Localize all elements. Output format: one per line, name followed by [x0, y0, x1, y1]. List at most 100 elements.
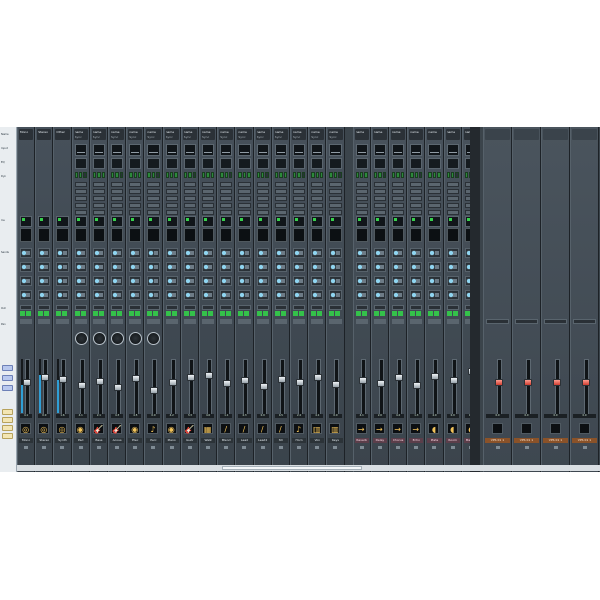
eq-band-leds[interactable]: [129, 172, 142, 178]
channel-header[interactable]: name Sync: [273, 129, 288, 140]
channel-select-button[interactable]: [278, 446, 283, 449]
output-routing[interactable]: [573, 319, 596, 324]
eq-graph[interactable]: [92, 144, 105, 156]
channel-select-button[interactable]: [206, 446, 211, 449]
panner-bar[interactable]: [38, 319, 51, 324]
send-toggle[interactable]: [262, 293, 267, 297]
eq-slot[interactable]: [256, 182, 269, 187]
band-led[interactable]: [432, 172, 437, 178]
eq-slot[interactable]: [74, 210, 87, 215]
band-led[interactable]: [165, 172, 169, 178]
eq-parameter-slots[interactable]: [373, 182, 386, 217]
send-toggle[interactable]: [262, 265, 267, 269]
send-slot[interactable]: [111, 262, 124, 272]
send-toggle[interactable]: [171, 265, 176, 269]
band-led[interactable]: [129, 172, 133, 178]
horizontal-scrollbar[interactable]: [17, 465, 600, 471]
send-slot[interactable]: [202, 248, 215, 258]
eq-slot[interactable]: [111, 189, 124, 194]
send-toggle[interactable]: [335, 293, 340, 297]
eq-slot[interactable]: [274, 189, 287, 194]
send-slot[interactable]: [111, 248, 124, 258]
band-led[interactable]: [455, 172, 459, 178]
output-routing[interactable]: [515, 319, 538, 324]
eq-slot[interactable]: [392, 210, 405, 215]
dynamics-graph[interactable]: [410, 158, 423, 169]
eq-slot[interactable]: [428, 196, 441, 201]
send-toggle[interactable]: [299, 265, 304, 269]
send-toggle[interactable]: [416, 265, 421, 269]
send-toggle[interactable]: [44, 265, 49, 269]
send-slot[interactable]: [355, 262, 368, 272]
band-led[interactable]: [206, 172, 210, 178]
send-toggle[interactable]: [398, 293, 403, 297]
channel-header[interactable]: name Sync: [292, 129, 307, 140]
send-toggle[interactable]: [189, 293, 194, 297]
send-toggle[interactable]: [335, 251, 340, 255]
send-slot[interactable]: [92, 276, 105, 286]
channel-name[interactable]: Pad: [73, 438, 88, 443]
eq-slot[interactable]: [92, 196, 105, 201]
band-led[interactable]: [74, 172, 78, 178]
eq-slot[interactable]: [220, 210, 233, 215]
write-button[interactable]: [379, 311, 385, 316]
insert-display[interactable]: [202, 216, 215, 227]
io-routing[interactable]: [20, 305, 33, 310]
send-toggle[interactable]: [208, 265, 213, 269]
channel-header[interactable]: name Sync: [73, 129, 88, 140]
eq-parameter-slots[interactable]: [311, 182, 324, 217]
eq-parameter-slots[interactable]: [165, 182, 178, 217]
band-led[interactable]: [283, 172, 287, 178]
eq-slot[interactable]: [238, 210, 251, 215]
band-led[interactable]: [464, 172, 469, 178]
io-routing[interactable]: [293, 305, 306, 310]
instrument-icon[interactable]: →: [392, 423, 404, 434]
band-led[interactable]: [137, 172, 142, 178]
write-button[interactable]: [416, 311, 422, 316]
insert-display[interactable]: [410, 216, 423, 227]
eq-slot[interactable]: [311, 203, 324, 208]
send-toggle[interactable]: [135, 251, 140, 255]
band-led[interactable]: [256, 172, 260, 178]
output-select-button[interactable]: [495, 446, 500, 449]
read-button[interactable]: [329, 311, 335, 316]
eq-parameter-slots[interactable]: [446, 182, 459, 217]
send-toggle[interactable]: [244, 279, 249, 283]
eq-slot[interactable]: [428, 210, 441, 215]
send-slot[interactable]: [373, 262, 386, 272]
eq-slot[interactable]: [202, 182, 215, 187]
instrument-icon[interactable]: ◖: [446, 423, 458, 434]
read-button[interactable]: [373, 311, 379, 316]
volume-fader[interactable]: [277, 375, 286, 383]
instrument-icon[interactable]: ◎: [38, 423, 50, 434]
io-routing[interactable]: [38, 305, 51, 310]
output-select-button[interactable]: [524, 446, 529, 449]
eq-graph[interactable]: [311, 144, 324, 156]
send-slot[interactable]: [20, 248, 33, 258]
channel-name[interactable]: Room: [445, 438, 460, 443]
panner-bar[interactable]: [293, 319, 306, 324]
eq-graph[interactable]: [274, 144, 287, 156]
channel-header[interactable]: name Sync: [328, 129, 343, 140]
send-slot[interactable]: [129, 248, 142, 258]
band-led[interactable]: [338, 172, 342, 178]
volume-fader[interactable]: [395, 374, 404, 381]
send-toggle[interactable]: [361, 265, 366, 269]
send-slot[interactable]: [220, 276, 233, 286]
write-button[interactable]: [26, 311, 31, 316]
channel-name[interactable]: Echo: [409, 438, 424, 443]
volume-fader[interactable]: [376, 379, 385, 387]
io-routing[interactable]: [129, 305, 142, 310]
eq-graph[interactable]: [74, 144, 87, 156]
output-fader[interactable]: [552, 379, 561, 386]
eq-slot[interactable]: [111, 210, 124, 215]
channel-select-button[interactable]: [432, 446, 437, 449]
insert-display[interactable]: [165, 216, 178, 227]
send-slot[interactable]: [147, 248, 160, 258]
eq-slot[interactable]: [147, 182, 160, 187]
send-slot[interactable]: [147, 262, 160, 272]
io-routing[interactable]: [373, 305, 386, 310]
band-led[interactable]: [192, 172, 196, 178]
send-toggle[interactable]: [62, 293, 67, 297]
instrument-icon[interactable]: ◉: [129, 423, 141, 434]
